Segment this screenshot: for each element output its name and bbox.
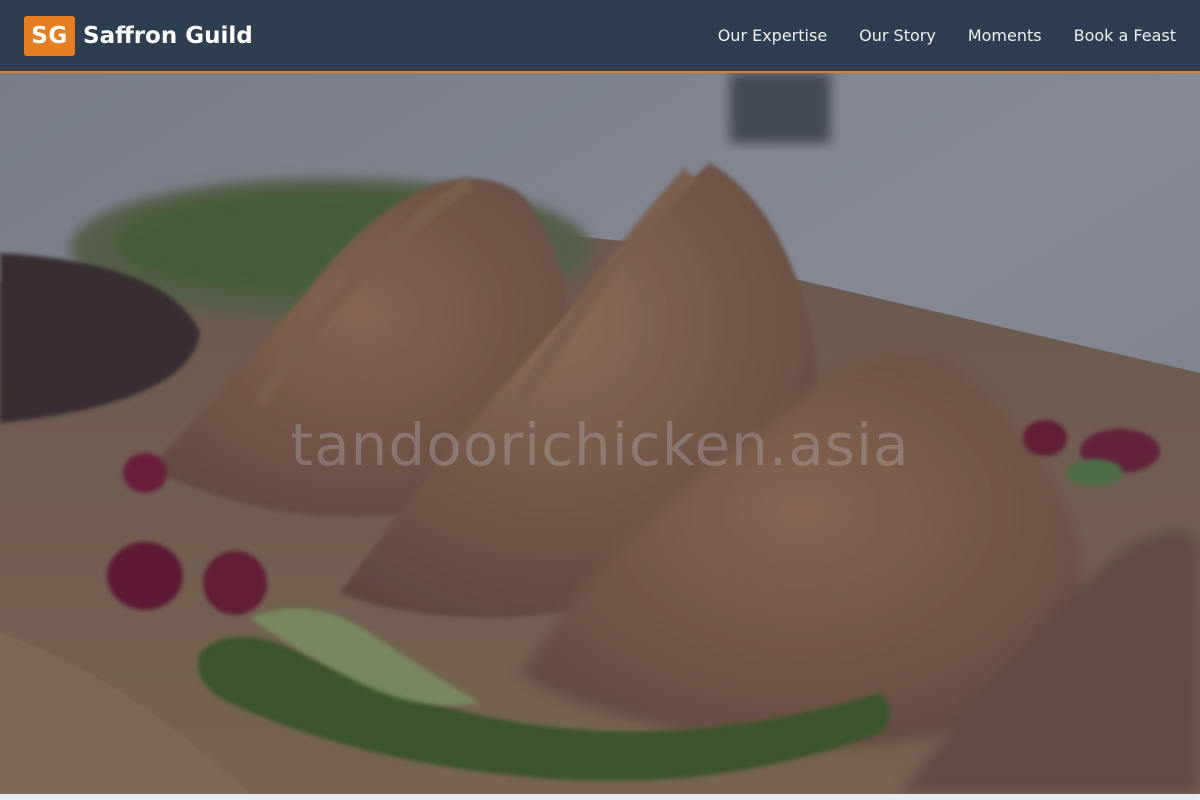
nav-link-moments[interactable]: Moments xyxy=(968,26,1042,45)
hero-section: tandoorichicken.asia xyxy=(0,73,1200,794)
page-bottom-strip xyxy=(0,794,1200,800)
nav-item-expertise: Our Expertise xyxy=(718,26,827,45)
nav-link-our-story[interactable]: Our Story xyxy=(859,26,936,45)
brand-home-link[interactable]: SG Saffron Guild xyxy=(24,15,253,56)
nav-list: Our Expertise Our Story Moments Book a F… xyxy=(718,26,1176,45)
brand-name: Saffron Guild xyxy=(83,22,253,49)
nav-link-book-a-feast[interactable]: Book a Feast xyxy=(1074,26,1176,45)
brand-logo: SG xyxy=(24,15,75,56)
nav-item-moments: Moments xyxy=(968,26,1042,45)
hero-dark-overlay xyxy=(0,73,1200,794)
nav-item-story: Our Story xyxy=(859,26,936,45)
main-nav: Our Expertise Our Story Moments Book a F… xyxy=(718,26,1176,45)
site-header: SG Saffron Guild Our Expertise Our Story… xyxy=(0,0,1200,73)
nav-link-our-expertise[interactable]: Our Expertise xyxy=(718,26,827,45)
nav-item-book: Book a Feast xyxy=(1074,26,1176,45)
